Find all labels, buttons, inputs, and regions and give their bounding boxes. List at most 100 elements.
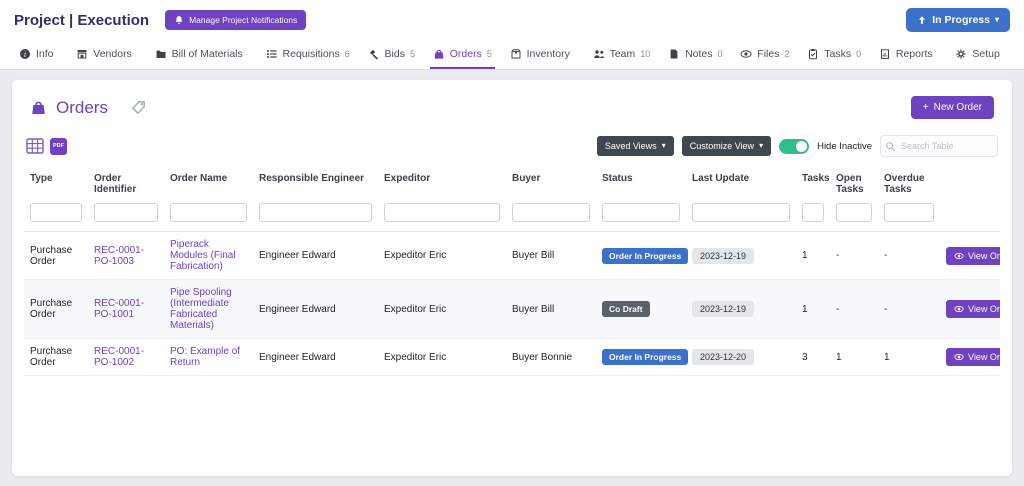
- col-tasks: Tasks: [802, 173, 830, 184]
- tab-files[interactable]: Files 2: [737, 40, 792, 69]
- table-grid-icon: [26, 138, 44, 154]
- view-order-button[interactable]: View Or: [946, 348, 1000, 366]
- filter-responsible-engineer-input[interactable]: [259, 203, 372, 222]
- tab-inventory[interactable]: Inventory: [507, 40, 578, 69]
- saved-views-button[interactable]: Saved Views ▾: [596, 136, 674, 156]
- tab-count: 6: [344, 48, 350, 59]
- view-order-label: View Or: [968, 304, 1000, 314]
- last-update-badge: 2023-12-19: [692, 301, 755, 317]
- tab-label: Setup: [972, 47, 1000, 60]
- cell-expeditor: Expeditor Eric: [384, 250, 447, 261]
- col-type: Type: [30, 173, 53, 184]
- cell-overdue-tasks: -: [884, 303, 888, 315]
- shopping-bag-icon: [433, 48, 445, 60]
- tab-count: 10: [640, 48, 651, 59]
- tab-setup[interactable]: Setup: [952, 40, 1007, 69]
- status-badge: Order In Progress: [602, 247, 689, 264]
- filter-buyer-input[interactable]: [512, 203, 590, 222]
- tab-label: Bids: [384, 47, 405, 60]
- cell-buyer: Buyer Bonnie: [512, 351, 573, 363]
- table-search: [880, 135, 998, 157]
- tab-orders[interactable]: Orders 5: [429, 40, 495, 69]
- tab-bids[interactable]: Bids 5: [365, 40, 418, 69]
- cell-type: Purchase Order: [30, 244, 73, 267]
- toggle-knob: [796, 140, 808, 152]
- tab-team[interactable]: Team 10: [590, 40, 654, 69]
- tab-label: Files: [757, 47, 780, 60]
- project-title: Project | Execution: [14, 11, 150, 29]
- tab-label: Requisitions: [282, 47, 340, 60]
- orders-table-wrap: Type Order Identifier Order Name Respons…: [24, 167, 1000, 376]
- order-identifier-link[interactable]: REC-0001-PO-1003: [94, 245, 144, 267]
- filter-order-identifier-input[interactable]: [94, 203, 158, 222]
- cell-overdue-tasks: 1: [884, 351, 890, 363]
- col-expeditor: Expeditor: [384, 173, 431, 184]
- project-status-button[interactable]: In Progress ▾: [906, 8, 1010, 32]
- tab-label: Info: [36, 47, 54, 60]
- cell-tasks: 1: [802, 250, 808, 261]
- header-row: Type Order Identifier Order Name Respons…: [24, 167, 1000, 199]
- search-input[interactable]: [880, 135, 998, 157]
- bell-icon: [174, 15, 184, 25]
- tab-label: Tasks: [824, 47, 852, 60]
- col-order-name: Order Name: [170, 173, 228, 184]
- note-icon: [668, 48, 680, 60]
- export-pdf-button[interactable]: PDF: [50, 137, 67, 155]
- eye-icon: [954, 251, 964, 261]
- filter-overdue-tasks-input[interactable]: [884, 203, 934, 222]
- tab-label: Reports: [895, 47, 933, 60]
- filter-order-name-input[interactable]: [170, 203, 247, 222]
- clipboard-icon: [807, 48, 819, 60]
- cell-engineer: Engineer Edward: [259, 303, 336, 315]
- order-name-link[interactable]: PO: Example of Return: [170, 346, 240, 368]
- svg-text:i: i: [24, 49, 26, 58]
- cell-type: Purchase Order: [30, 298, 73, 320]
- tab-notes[interactable]: Notes 0: [665, 40, 725, 69]
- cell-open-tasks: -: [836, 303, 840, 315]
- manage-notifications-button[interactable]: Manage Project Notifications: [165, 10, 307, 30]
- cell-expeditor: Expeditor Eric: [384, 303, 447, 315]
- tags-button[interactable]: [131, 100, 146, 115]
- hide-inactive-label: Hide Inactive: [817, 140, 872, 152]
- filter-type-input[interactable]: [30, 203, 82, 222]
- customize-view-button[interactable]: Customize View ▾: [681, 136, 772, 156]
- report-icon: [879, 48, 891, 60]
- filter-status-input[interactable]: [602, 203, 680, 222]
- order-identifier-link[interactable]: REC-0001-PO-1002: [94, 346, 144, 368]
- export-table-button[interactable]: [26, 138, 44, 154]
- order-name-link[interactable]: Pipe Spooling (Intermediate Fabricated M…: [170, 287, 232, 331]
- cell-type: Purchase Order: [30, 346, 73, 368]
- filter-open-tasks-input[interactable]: [836, 203, 872, 222]
- filter-expeditor-input[interactable]: [384, 203, 500, 222]
- filter-last-update-input[interactable]: [692, 203, 790, 222]
- export-buttons: PDF: [26, 137, 67, 155]
- page-title: Orders: [56, 97, 108, 117]
- col-overdue-tasks: Overdue Tasks: [884, 173, 925, 195]
- hide-inactive-toggle[interactable]: [779, 138, 810, 154]
- project-status-label: In Progress: [932, 14, 990, 26]
- view-order-button[interactable]: View Or: [946, 300, 1000, 318]
- order-identifier-link[interactable]: REC-0001-PO-1001: [94, 298, 144, 320]
- gavel-icon: [368, 48, 380, 60]
- new-order-button[interactable]: + New Order: [910, 96, 994, 119]
- cell-tasks: 1: [802, 303, 808, 315]
- tab-vendors[interactable]: Vendors: [73, 40, 140, 69]
- view-order-button[interactable]: View Or: [946, 246, 1000, 265]
- orders-panel: Orders + New Order PDF Saved Views ▾ Cus…: [12, 80, 1012, 476]
- filter-tasks-input[interactable]: [802, 203, 824, 222]
- box-icon: [510, 48, 522, 60]
- tab-bill-of-materials[interactable]: Bill of Materials: [152, 40, 251, 69]
- tab-info[interactable]: i Info: [16, 40, 62, 69]
- new-order-label: New Order: [933, 102, 982, 113]
- cell-buyer: Buyer Bill: [512, 250, 555, 261]
- tab-requisitions[interactable]: Requisitions 6: [263, 40, 353, 69]
- caret-down-icon: ▾: [994, 15, 999, 24]
- col-responsible-engineer: Responsible Engineer: [259, 173, 365, 184]
- last-update-badge: 2023-12-20: [692, 349, 755, 365]
- tab-label: Bill of Materials: [171, 47, 243, 60]
- tab-count: 5: [486, 48, 492, 59]
- order-name-link[interactable]: Piperack Modules (Final Fabrication): [170, 239, 236, 272]
- tab-tasks[interactable]: Tasks 0: [804, 40, 864, 69]
- filter-row: [24, 199, 1000, 232]
- tab-reports[interactable]: Reports: [876, 40, 941, 69]
